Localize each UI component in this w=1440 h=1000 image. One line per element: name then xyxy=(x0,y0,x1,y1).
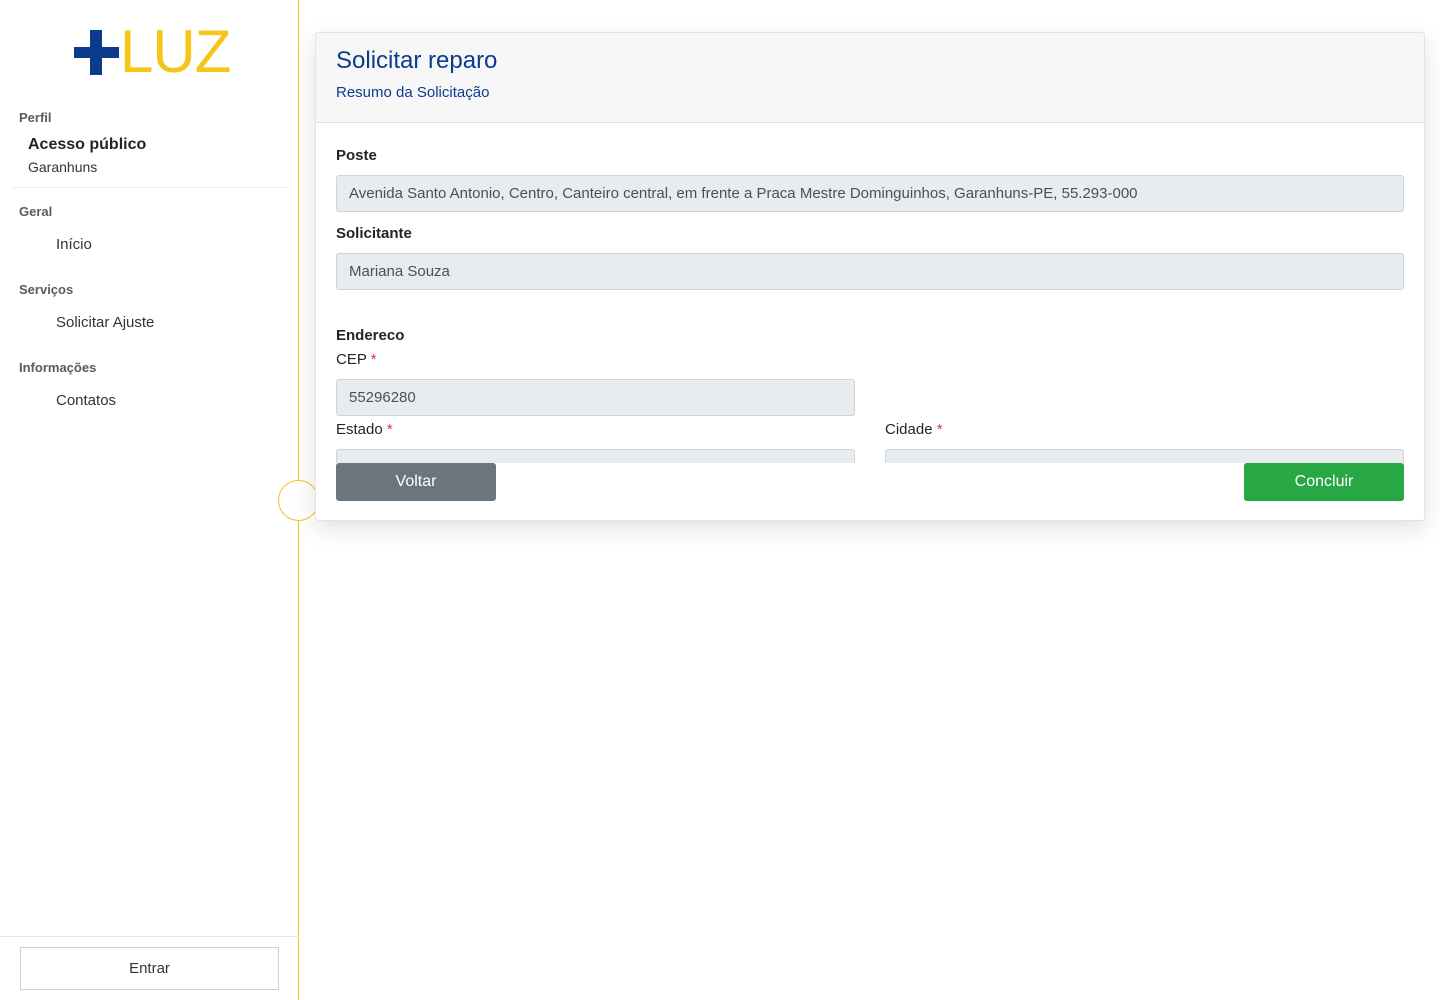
poste-label: Poste xyxy=(336,147,377,164)
page-title: Solicitar reparo xyxy=(336,47,498,74)
section-label-informacoes: Informações xyxy=(19,360,97,375)
required-mark: * xyxy=(370,351,377,368)
required-mark: * xyxy=(386,421,393,438)
logo-text: LUZ xyxy=(120,18,231,85)
profile-name: Acesso público xyxy=(28,136,147,153)
profile-city: Garanhuns xyxy=(28,159,98,175)
cep-label-text: CEP xyxy=(336,351,367,368)
solicitante-label: Solicitante xyxy=(336,225,412,242)
cep-label: CEP * xyxy=(336,351,377,368)
required-mark: * xyxy=(936,421,943,438)
section-label-geral: Geral xyxy=(19,204,53,219)
sidebar-item-inicio[interactable]: Início xyxy=(56,236,92,253)
sidebar-toggle[interactable] xyxy=(278,480,319,521)
sidebar: LUZ Perfil Acesso público Garanhuns Gera… xyxy=(0,0,299,1000)
logo[interactable]: LUZ xyxy=(74,20,231,84)
logo-plus-bar xyxy=(74,47,119,58)
cidade-label-text: Cidade xyxy=(885,421,933,438)
sidebar-item-solicitar-ajuste[interactable]: Solicitar Ajuste xyxy=(56,314,154,331)
profile-section-label: Perfil xyxy=(19,110,52,125)
poste-field[interactable]: Avenida Santo Antonio, Centro, Canteiro … xyxy=(336,175,1404,212)
endereco-heading: Endereco xyxy=(336,327,405,344)
section-label-servicos: Serviços xyxy=(19,282,74,297)
cidade-label: Cidade * xyxy=(885,421,943,438)
page-subtitle: Resumo da Solicitação xyxy=(336,84,490,101)
finish-button[interactable]: Concluir xyxy=(1244,463,1404,501)
card-header: Solicitar reparo Resumo da Solicitação xyxy=(316,33,1424,123)
profile-divider xyxy=(12,187,287,188)
sidebar-footer-divider xyxy=(0,936,299,937)
estado-label-text: Estado xyxy=(336,421,383,438)
sidebar-item-contatos[interactable]: Contatos xyxy=(56,392,116,409)
cep-field[interactable]: 55296280 xyxy=(336,379,855,416)
login-button[interactable]: Entrar xyxy=(20,947,279,990)
estado-label: Estado * xyxy=(336,421,393,438)
request-card: Solicitar reparo Resumo da Solicitação P… xyxy=(315,32,1425,521)
back-button[interactable]: Voltar xyxy=(336,463,496,501)
solicitante-field[interactable]: Mariana Souza xyxy=(336,253,1404,290)
